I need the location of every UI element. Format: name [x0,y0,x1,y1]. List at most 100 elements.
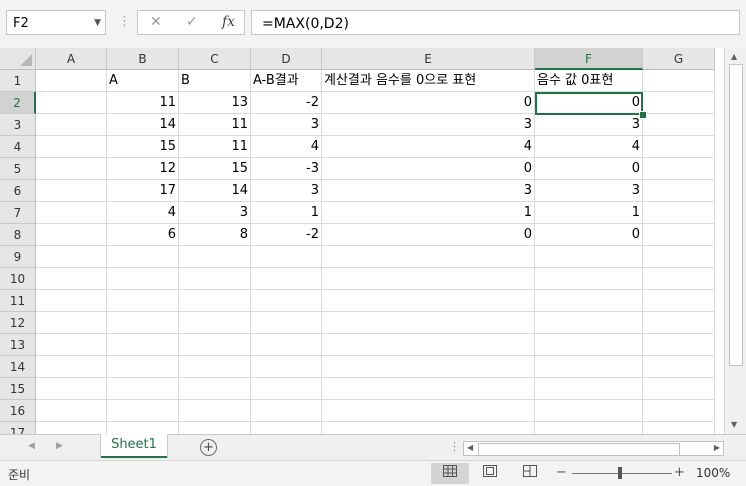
cell-e17[interactable] [322,422,535,434]
cell-d14[interactable] [251,356,322,378]
chevron-down-icon[interactable]: ▼ [94,18,101,28]
cell-g16[interactable] [643,400,715,422]
cell-d9[interactable] [251,246,322,268]
cell-d15[interactable] [251,378,322,400]
select-all-button[interactable] [0,48,36,70]
cell-g1[interactable] [643,70,715,92]
cell-b17[interactable] [107,422,179,434]
column-header-b[interactable]: B [107,48,179,70]
column-header-g[interactable]: G [643,48,715,70]
cell-b16[interactable] [107,400,179,422]
row-header-10[interactable]: 10 [0,268,36,290]
cell-c3[interactable]: 11 [179,114,251,136]
more-options-icon[interactable]: ⋮ [118,14,131,29]
cell-b10[interactable] [107,268,179,290]
cell-a4[interactable] [36,136,107,158]
cell-c14[interactable] [179,356,251,378]
column-header-d[interactable]: D [251,48,322,70]
cell-f11[interactable] [535,290,643,312]
cell-c12[interactable] [179,312,251,334]
cell-g2[interactable] [643,92,715,114]
cell-e2[interactable]: 0 [322,92,535,114]
cell-g10[interactable] [643,268,715,290]
cell-b13[interactable] [107,334,179,356]
cell-g6[interactable] [643,180,715,202]
cell-c13[interactable] [179,334,251,356]
cell-d3[interactable]: 3 [251,114,322,136]
cell-d2[interactable]: -2 [251,92,322,114]
cell-g3[interactable] [643,114,715,136]
row-header-11[interactable]: 11 [0,290,36,312]
cell-a11[interactable] [36,290,107,312]
horizontal-scrollbar[interactable]: ◀ ▶ [463,441,724,456]
row-header-12[interactable]: 12 [0,312,36,334]
column-header-f[interactable]: F [535,48,643,70]
cell-a5[interactable] [36,158,107,180]
cell-b1[interactable]: A [107,70,179,92]
cell-g11[interactable] [643,290,715,312]
cell-d7[interactable]: 1 [251,202,322,224]
column-header-c[interactable]: C [179,48,251,70]
cell-e3[interactable]: 3 [322,114,535,136]
cell-b6[interactable]: 17 [107,180,179,202]
cell-a15[interactable] [36,378,107,400]
cell-b12[interactable] [107,312,179,334]
cell-a14[interactable] [36,356,107,378]
formula-input[interactable]: =MAX(0,D2) [251,10,740,35]
cell-c7[interactable]: 3 [179,202,251,224]
row-header-5[interactable]: 5 [0,158,36,180]
cell-b11[interactable] [107,290,179,312]
cell-d11[interactable] [251,290,322,312]
row-header-3[interactable]: 3 [0,114,36,136]
cell-g15[interactable] [643,378,715,400]
row-header-6[interactable]: 6 [0,180,36,202]
cell-f12[interactable] [535,312,643,334]
row-header-4[interactable]: 4 [0,136,36,158]
fill-handle[interactable] [639,111,647,119]
cell-g14[interactable] [643,356,715,378]
cell-d8[interactable]: -2 [251,224,322,246]
tab-split-handle[interactable]: ⋮ [449,440,460,453]
column-header-a[interactable]: A [36,48,107,70]
cancel-icon[interactable]: ✕ [150,14,162,30]
cell-g5[interactable] [643,158,715,180]
row-header-16[interactable]: 16 [0,400,36,422]
cell-e4[interactable]: 4 [322,136,535,158]
row-header-13[interactable]: 13 [0,334,36,356]
cell-a10[interactable] [36,268,107,290]
add-sheet-icon[interactable]: + [200,439,217,456]
scroll-left-icon[interactable]: ◀ [467,443,473,452]
cell-f15[interactable] [535,378,643,400]
cell-f17[interactable] [535,422,643,434]
prev-sheet-icon[interactable]: ◀ [28,441,35,451]
cell-d16[interactable] [251,400,322,422]
cell-b4[interactable]: 15 [107,136,179,158]
cell-a12[interactable] [36,312,107,334]
cell-d5[interactable]: -3 [251,158,322,180]
horizontal-scroll-thumb[interactable] [478,443,680,456]
zoom-level[interactable]: 100% [696,466,730,480]
cell-f6[interactable]: 3 [535,180,643,202]
cell-b9[interactable] [107,246,179,268]
cell-c9[interactable] [179,246,251,268]
cell-e5[interactable]: 0 [322,158,535,180]
cell-b3[interactable]: 14 [107,114,179,136]
vertical-scroll-thumb[interactable] [729,64,743,366]
cell-c17[interactable] [179,422,251,434]
cell-b14[interactable] [107,356,179,378]
sheet-tab-sheet1[interactable]: Sheet1 [101,434,167,458]
cell-a2[interactable] [36,92,107,114]
cell-f5[interactable]: 0 [535,158,643,180]
scroll-down-icon[interactable]: ▼ [731,420,737,429]
cell-c16[interactable] [179,400,251,422]
cell-g8[interactable] [643,224,715,246]
row-header-7[interactable]: 7 [0,202,36,224]
zoom-slider[interactable] [572,473,672,474]
cell-d10[interactable] [251,268,322,290]
vertical-scrollbar[interactable]: ▲ ▼ [724,48,746,434]
cell-g12[interactable] [643,312,715,334]
cell-e12[interactable] [322,312,535,334]
normal-view-button[interactable] [431,463,469,484]
cell-c5[interactable]: 15 [179,158,251,180]
cell-e15[interactable] [322,378,535,400]
